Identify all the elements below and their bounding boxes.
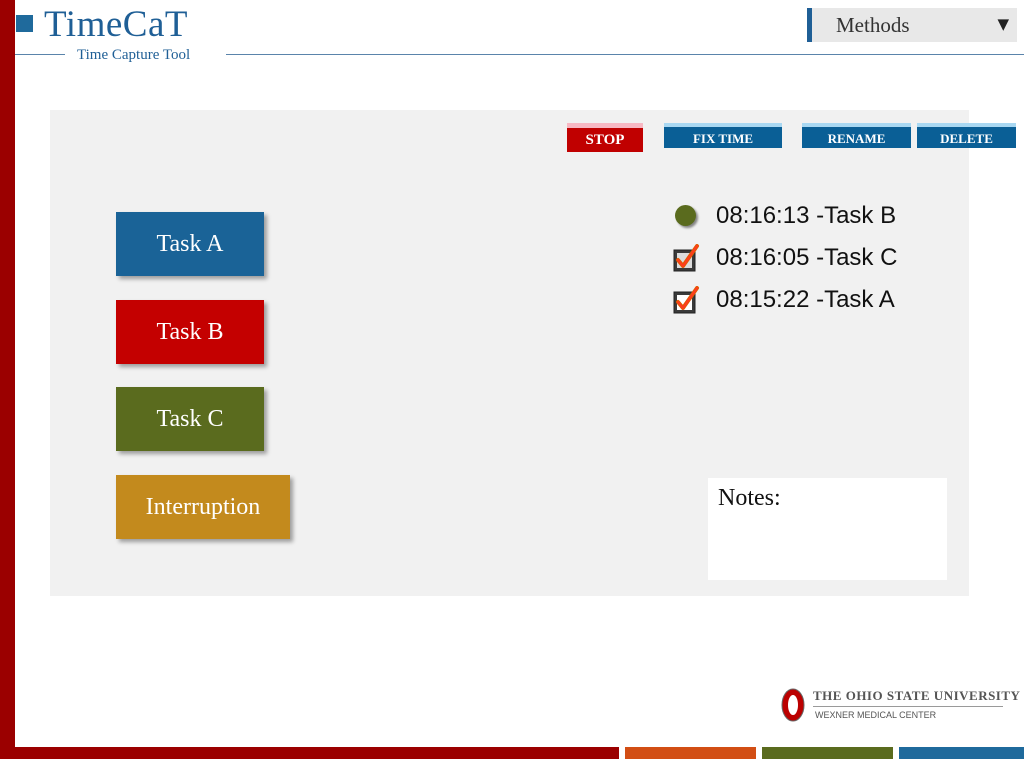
- log-entry[interactable]: 08:16:13 -Task B: [672, 200, 972, 232]
- fix-time-button[interactable]: FIX TIME: [664, 123, 782, 148]
- stop-button-label: STOP: [585, 132, 625, 148]
- rename-button[interactable]: RENAME: [802, 123, 911, 148]
- delete-button-label: DELETE: [940, 131, 993, 146]
- left-accent-bar: [0, 0, 15, 748]
- footer-bar-blue: [899, 747, 1024, 759]
- footer-divider: [813, 706, 1003, 707]
- logo-square-icon: [16, 15, 33, 32]
- log-entry[interactable]: 08:16:05 -Task C: [672, 242, 972, 274]
- notes-label: Notes:: [718, 485, 781, 511]
- footer-bar-orange: [625, 747, 756, 759]
- task-b-button[interactable]: Task B: [116, 300, 264, 364]
- task-c-button[interactable]: Task C: [116, 387, 264, 451]
- footer-bar-green: [762, 747, 893, 759]
- header-divider: [226, 54, 1024, 55]
- log-entry-text: 08:15:22 -Task A: [716, 286, 895, 313]
- checkbox-checked-icon: [673, 244, 699, 272]
- app-subtitle: Time Capture Tool: [77, 47, 191, 63]
- rename-button-label: RENAME: [827, 131, 886, 146]
- app-title: TimeCaT: [44, 4, 188, 45]
- log-entry-text: 08:16:05 -Task C: [716, 244, 898, 271]
- stop-button[interactable]: STOP: [567, 123, 643, 152]
- notes-field[interactable]: Notes:: [708, 478, 947, 580]
- interruption-button[interactable]: Interruption: [116, 475, 290, 539]
- log-entry-text: 08:16:13 -Task B: [716, 202, 897, 229]
- checkbox-checked-icon: [673, 286, 699, 314]
- footer-bar-red: [0, 747, 619, 759]
- ohio-state-logo-icon: [781, 688, 805, 722]
- active-dot-icon: [675, 205, 696, 226]
- chevron-down-icon: ▼: [997, 15, 1009, 33]
- log-entry[interactable]: 08:15:22 -Task A: [672, 284, 972, 316]
- methods-dropdown[interactable]: Methods ▼: [807, 8, 1017, 42]
- delete-button[interactable]: DELETE: [917, 123, 1016, 148]
- fix-time-button-label: FIX TIME: [692, 131, 754, 146]
- header-divider: [15, 54, 65, 55]
- methods-dropdown-label: Methods: [836, 13, 910, 37]
- medical-center-name: WEXNER MEDICAL CENTER: [815, 710, 937, 720]
- task-a-button[interactable]: Task A: [116, 212, 264, 276]
- university-name: THE OHIO STATE UNIVERSITY: [813, 688, 1021, 703]
